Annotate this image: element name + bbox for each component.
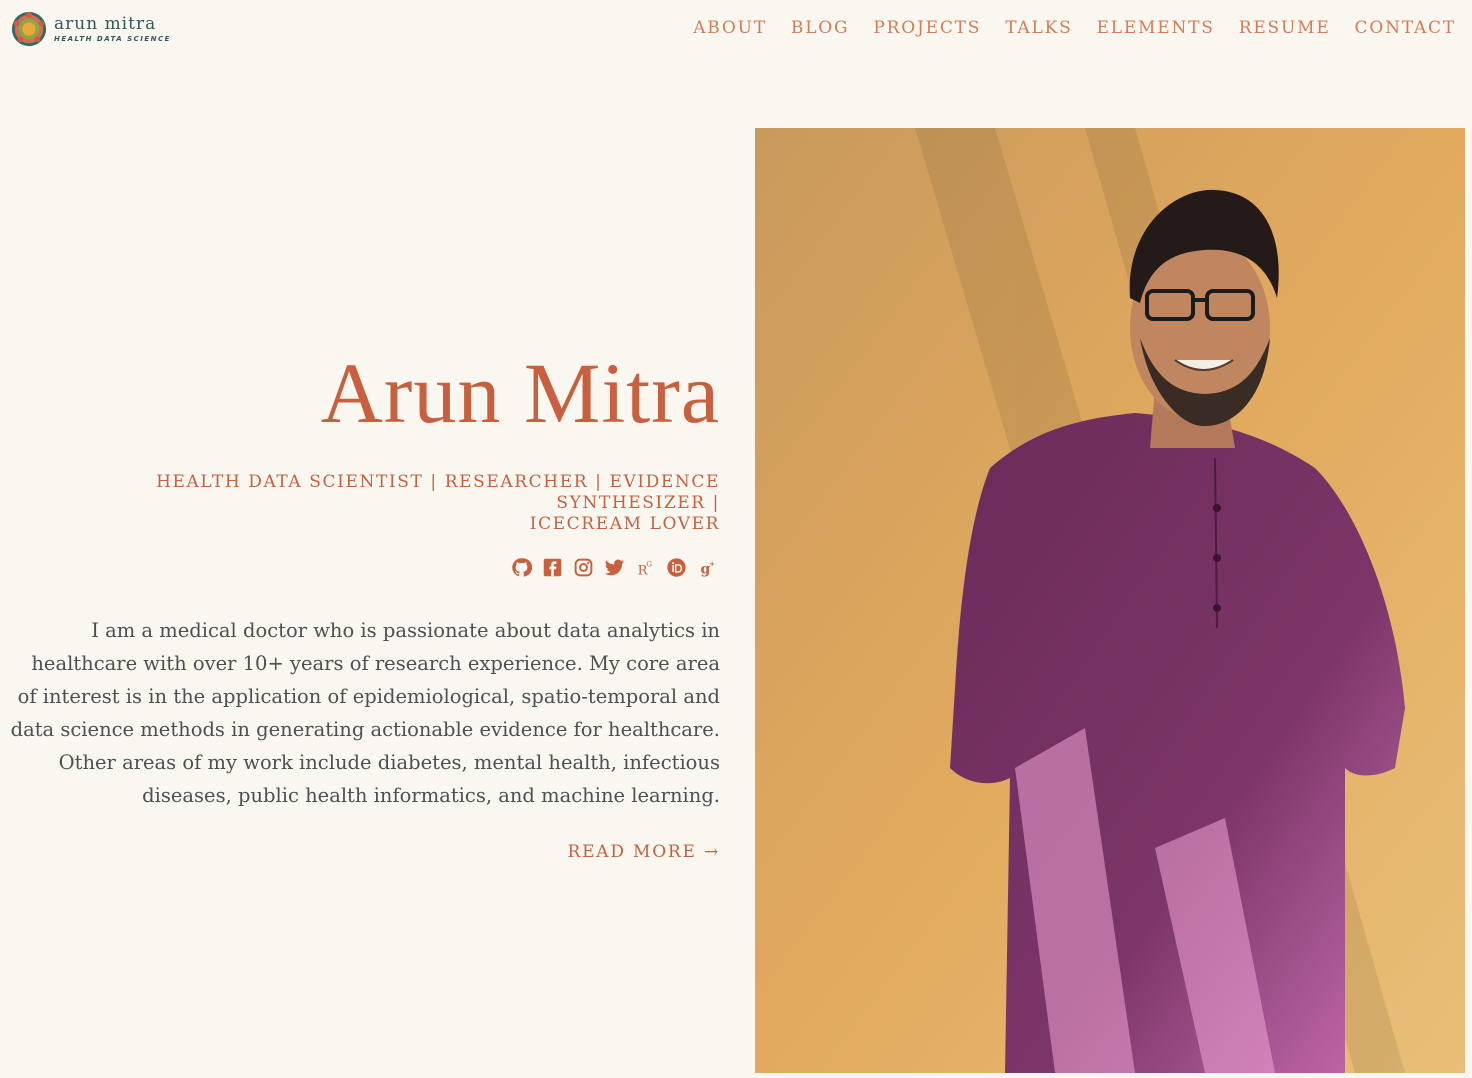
nav-resume[interactable]: RESUME — [1239, 18, 1331, 38]
logo-icon — [11, 11, 47, 47]
profile-photo — [755, 128, 1465, 1073]
hero-section: Arun Mitra HEALTH DATA SCIENTIST | RESEA… — [10, 350, 720, 862]
researchgate-icon[interactable]: RG — [635, 557, 656, 578]
instagram-icon[interactable] — [573, 557, 594, 578]
nav-contact[interactable]: CONTACT — [1355, 18, 1456, 38]
twitter-icon[interactable] — [604, 557, 625, 578]
brand-tagline: HEALTH DATA SCIENCE — [54, 34, 171, 43]
github-icon[interactable] — [511, 557, 532, 578]
hero-roles-line-1: HEALTH DATA SCIENTIST | RESEARCHER | EVI… — [156, 472, 720, 513]
nav-blog[interactable]: BLOG — [791, 18, 850, 38]
nav-projects[interactable]: PROJECTS — [873, 18, 981, 38]
facebook-icon[interactable] — [542, 557, 563, 578]
google-scholar-icon[interactable]: g + — [697, 557, 718, 578]
hero-roles-line-2: ICECREAM LOVER — [529, 514, 720, 534]
brand-name: arun mitra — [54, 13, 157, 34]
nav-about[interactable]: ABOUT — [693, 18, 767, 38]
social-links: RG g + — [10, 557, 720, 578]
hero-name: Arun Mitra — [320, 345, 720, 441]
nav-elements[interactable]: ELEMENTS — [1097, 18, 1215, 38]
svg-text:G: G — [646, 561, 652, 569]
orcid-icon[interactable] — [666, 557, 687, 578]
bio-paragraph: I am a medical doctor who is passionate … — [10, 619, 720, 807]
read-more-link[interactable]: READ MORE → — [567, 842, 720, 862]
site-brand[interactable]: arun mitra HEALTH DATA SCIENCE — [10, 10, 171, 48]
hero-roles: HEALTH DATA SCIENTIST | RESEARCHER | EVI… — [10, 472, 720, 535]
svg-text:+: + — [709, 560, 715, 568]
nav-talks[interactable]: TALKS — [1005, 18, 1072, 38]
main-nav: ABOUT BLOG PROJECTS TALKS ELEMENTS RESUM… — [693, 18, 1456, 38]
